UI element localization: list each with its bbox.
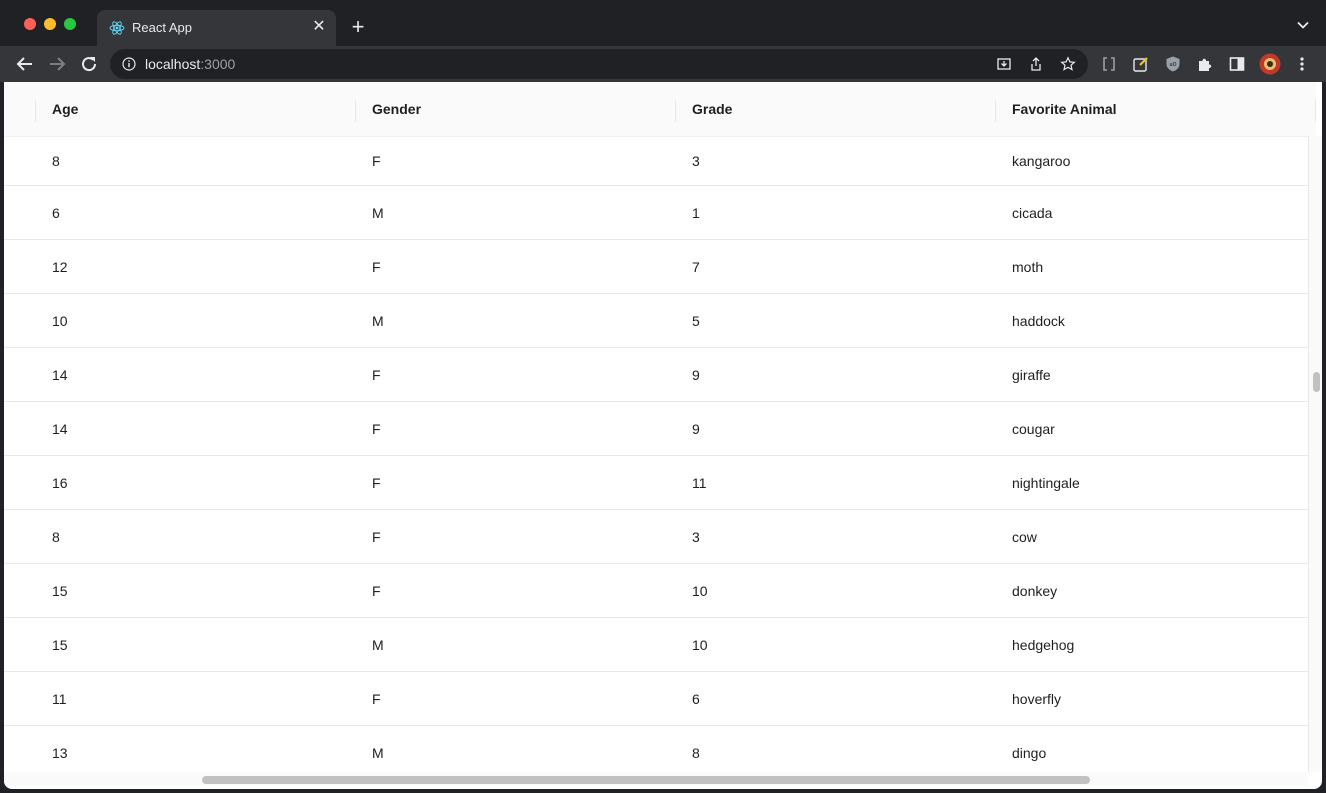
cell-grade: 10 xyxy=(692,582,708,599)
cell-age: 11 xyxy=(52,690,67,707)
cell-age: 8 xyxy=(52,528,60,545)
react-icon xyxy=(109,21,125,35)
table-row[interactable]: 12 F 7 moth xyxy=(4,240,1308,294)
url-port: :3000 xyxy=(200,56,236,72)
table-row[interactable]: 15 F 10 donkey xyxy=(4,564,1308,618)
cell-grade: 3 xyxy=(692,152,700,169)
cell-gender: M xyxy=(372,204,384,221)
puzzle-icon[interactable] xyxy=(1196,55,1214,73)
cell-gender: F xyxy=(372,582,381,599)
cell-gender: M xyxy=(372,636,384,653)
cell-age: 12 xyxy=(52,258,68,275)
cell-favorite-animal: donkey xyxy=(1012,582,1058,599)
maximize-window-button[interactable] xyxy=(64,18,76,30)
cell-age: 6 xyxy=(52,204,60,221)
tab-strip: React App ✕ + xyxy=(0,0,1326,46)
cell-favorite-animal: giraffe xyxy=(1012,366,1051,383)
profile-avatar-icon[interactable] xyxy=(1259,53,1281,75)
table-header: Age Gender Grade Favorite Animal xyxy=(4,82,1316,137)
cell-grade: 9 xyxy=(692,420,700,437)
cell-grade: 11 xyxy=(692,474,707,491)
column-header-grade[interactable]: Grade xyxy=(676,82,996,136)
cell-favorite-animal: haddock xyxy=(1012,312,1065,329)
tab-title: React App xyxy=(132,20,192,35)
close-window-button[interactable] xyxy=(24,18,36,30)
table-row[interactable]: 6 M 1 cicada xyxy=(4,186,1308,240)
cell-grade: 9 xyxy=(692,366,700,383)
table-row[interactable]: 10 M 5 haddock xyxy=(4,294,1308,348)
cell-grade: 3 xyxy=(692,528,700,545)
column-divider xyxy=(1315,100,1316,122)
cell-favorite-animal: cougar xyxy=(1012,420,1055,437)
cell-gender: F xyxy=(372,420,381,437)
star-icon[interactable] xyxy=(1060,56,1076,72)
cell-grade: 1 xyxy=(692,204,700,221)
cell-gender: F xyxy=(372,366,381,383)
table-row[interactable]: 15 M 10 hedgehog xyxy=(4,618,1308,672)
url-text: localhost:3000 xyxy=(145,56,235,72)
address-bar[interactable]: localhost:3000 xyxy=(110,49,1088,79)
cell-favorite-animal: cow xyxy=(1012,528,1037,545)
plus-icon[interactable]: + xyxy=(348,16,368,38)
cookie-extension-icon[interactable] xyxy=(1100,55,1118,73)
chevron-down-icon[interactable] xyxy=(1296,18,1310,32)
kebab-menu-icon[interactable] xyxy=(1293,55,1311,73)
cell-favorite-animal: nightingale xyxy=(1012,474,1080,491)
vertical-scrollbar-thumb[interactable] xyxy=(1313,372,1320,392)
cell-favorite-animal: hedgehog xyxy=(1012,636,1075,653)
share-icon[interactable] xyxy=(1028,56,1044,72)
cell-age: 8 xyxy=(52,152,60,169)
cell-age: 16 xyxy=(52,474,68,491)
table-row[interactable]: 8 F 3 cow xyxy=(4,510,1308,564)
cell-gender: F xyxy=(372,258,381,275)
table-body: 8 F 3 kangaroo 6 M 1 cicada 12 F 7 moth 10 M 5 haddock 1… xyxy=(4,136,1308,780)
cell-favorite-animal: kangaroo xyxy=(1012,152,1071,169)
forward-arrow-icon[interactable] xyxy=(46,53,68,75)
cell-age: 15 xyxy=(52,582,68,599)
page-content: Age Gender Grade Favorite Animal 8 F 3 kang… xyxy=(4,82,1322,789)
cell-age: 14 xyxy=(52,420,68,437)
cell-favorite-animal: moth xyxy=(1012,258,1044,275)
cell-gender: M xyxy=(372,312,384,329)
table-row[interactable]: 16 F 11 nightingale xyxy=(4,456,1308,510)
table-row[interactable]: 14 F 9 giraffe xyxy=(4,348,1308,402)
browser-toolbar: localhost:3000 uO xyxy=(0,46,1326,82)
minimize-window-button[interactable] xyxy=(44,18,56,30)
close-icon[interactable]: ✕ xyxy=(310,18,328,36)
url-host: localhost xyxy=(145,56,201,72)
tab-react-app[interactable]: React App ✕ xyxy=(97,10,336,46)
column-header-gender[interactable]: Gender xyxy=(356,82,676,136)
sidebar-icon[interactable] xyxy=(1228,55,1246,73)
vertical-scrollbar[interactable] xyxy=(1308,136,1322,772)
cell-gender: F xyxy=(372,690,381,707)
info-icon[interactable] xyxy=(122,57,136,71)
cell-favorite-animal: hoverfly xyxy=(1012,690,1062,707)
browser-window: React App ✕ + localhost:3000 uO Age Gend… xyxy=(0,0,1326,793)
install-icon[interactable] xyxy=(996,56,1012,72)
cell-favorite-animal: cicada xyxy=(1012,204,1053,221)
column-header-favorite-animal[interactable]: Favorite Animal xyxy=(996,82,1316,136)
cell-grade: 6 xyxy=(692,690,700,707)
horizontal-scrollbar[interactable] xyxy=(4,772,1308,786)
cell-grade: 10 xyxy=(692,636,708,653)
cell-age: 15 xyxy=(52,636,68,653)
ublock-extension-icon[interactable]: uO xyxy=(1164,55,1182,73)
table-row[interactable]: 11 F 6 hoverfly xyxy=(4,672,1308,726)
cell-gender: F xyxy=(372,528,381,545)
cell-age: 10 xyxy=(52,312,68,329)
cell-grade: 5 xyxy=(692,312,700,329)
back-arrow-icon[interactable] xyxy=(14,53,36,75)
cell-gender: F xyxy=(372,474,381,491)
cell-gender: F xyxy=(372,152,381,169)
table-row[interactable]: 8 F 3 kangaroo xyxy=(4,136,1308,186)
table-row[interactable]: 14 F 9 cougar xyxy=(4,402,1308,456)
reload-icon[interactable] xyxy=(78,53,100,75)
cell-age: 14 xyxy=(52,366,68,383)
horizontal-scrollbar-thumb[interactable] xyxy=(202,776,1090,784)
column-header-age[interactable]: Age xyxy=(36,82,356,136)
notes-extension-icon[interactable] xyxy=(1132,55,1150,73)
svg-text:uO: uO xyxy=(1170,62,1177,68)
cell-grade: 7 xyxy=(692,258,700,275)
